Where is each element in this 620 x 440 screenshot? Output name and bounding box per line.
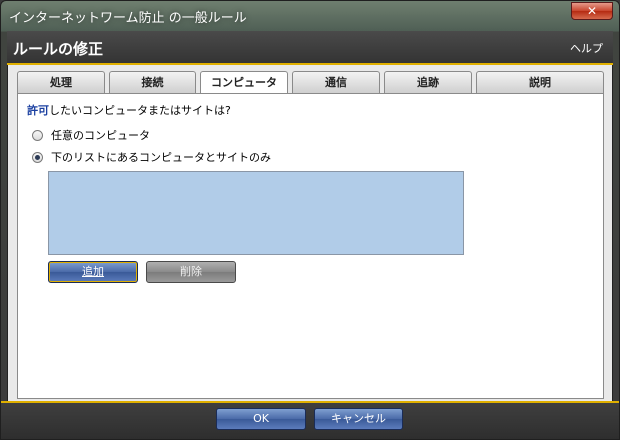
radio-listed-computers[interactable]: 下のリストにあるコンピュータとサイトのみ <box>32 149 271 165</box>
close-button[interactable]: ✕ <box>571 2 613 20</box>
ok-button[interactable]: OK <box>216 408 306 430</box>
question-rest: したいコンピュータまたはサイトは? <box>49 104 231 117</box>
close-icon: ✕ <box>586 4 598 18</box>
delete-button[interactable]: 削除 <box>146 261 236 283</box>
tab-tracking[interactable]: 追跡 <box>384 71 472 93</box>
title-bar[interactable]: インターネットワーム防止 の一般ルール ✕ <box>1 1 619 31</box>
cancel-button[interactable]: キャンセル <box>314 408 403 430</box>
tab-connection[interactable]: 接続 <box>109 71 196 93</box>
tab-description[interactable]: 説明 <box>476 71 604 93</box>
radio-label: 任意のコンピュータ <box>51 129 150 142</box>
window-title: インターネットワーム防止 の一般ルール <box>9 11 247 26</box>
radio-any-computer[interactable]: 任意のコンピュータ <box>32 127 150 143</box>
question-text: 許可したいコンピュータまたはサイトは? <box>27 102 231 118</box>
tab-action[interactable]: 処理 <box>17 71 105 93</box>
radio-button[interactable] <box>32 129 43 141</box>
dialog-content: 処理 接続 コンピュータ 通信 追跡 説明 許可したいコンピュータまたはサイトは… <box>7 65 613 401</box>
dialog-header: ルールの修正 ヘルプ <box>7 31 613 65</box>
tab-strip: 処理 接続 コンピュータ 通信 追跡 説明 <box>17 71 604 95</box>
radio-button-selected[interactable] <box>32 151 43 163</box>
tab-computer[interactable]: コンピュータ <box>200 71 288 95</box>
dialog-footer: OK キャンセル <box>1 401 619 439</box>
help-link[interactable]: ヘルプ <box>570 40 603 56</box>
question-strong: 許可 <box>27 104 49 117</box>
computer-list[interactable] <box>48 171 464 255</box>
radio-label: 下のリストにあるコンピュータとサイトのみ <box>51 151 271 164</box>
add-button-label: 追加 <box>82 265 104 278</box>
dialog-window: インターネットワーム防止 の一般ルール ✕ ルールの修正 ヘルプ 処理 接続 コ… <box>0 0 620 440</box>
add-button[interactable]: 追加 <box>48 261 138 283</box>
tab-panel-computer: 許可したいコンピュータまたはサイトは? 任意のコンピュータ 下のリストにあるコン… <box>17 93 604 399</box>
tab-communication[interactable]: 通信 <box>292 71 380 93</box>
page-title: ルールの修正 <box>13 40 104 58</box>
